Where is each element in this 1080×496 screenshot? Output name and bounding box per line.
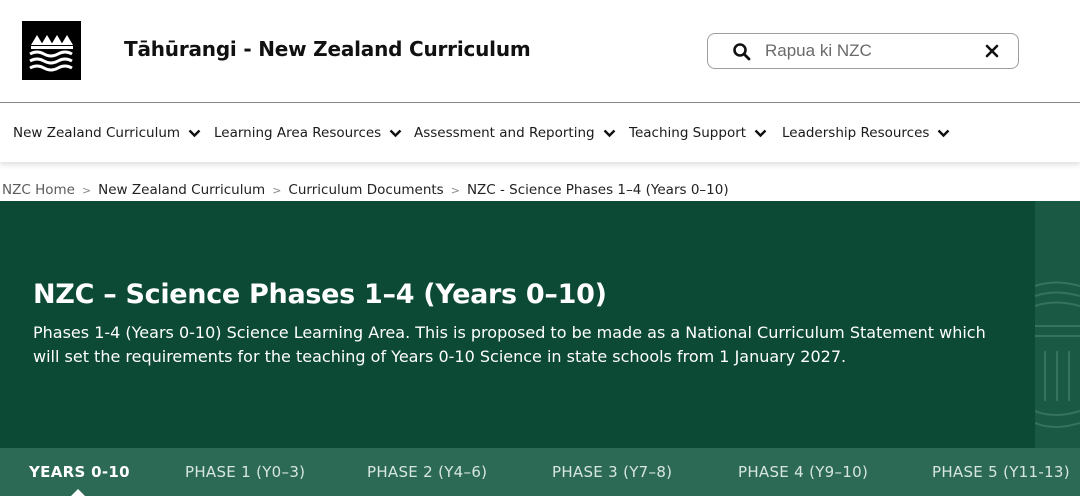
tab-phase-2[interactable]: PHASE 2 (Y4–6) <box>367 463 487 481</box>
tab-phase-5[interactable]: PHASE 5 (Y11-13) <box>932 463 1070 481</box>
close-icon[interactable] <box>984 43 1000 59</box>
breadcrumb-item-new-zealand-curriculum[interactable]: New Zealand Curriculum <box>98 182 265 198</box>
breadcrumb-separator: > <box>81 183 92 197</box>
main-nav: New Zealand Curriculum Learning Area Res… <box>0 104 1080 162</box>
nav-item-learning-area-resources[interactable]: Learning Area Resources <box>214 123 402 143</box>
search-icon[interactable] <box>732 42 752 62</box>
site-logo[interactable] <box>22 21 81 80</box>
page-description: Phases 1-4 (Years 0-10) Science Learning… <box>33 323 986 366</box>
pattern-decoration-icon <box>1035 281 1080 428</box>
phase-tabs: YEARS 0-10 PHASE 1 (Y0–3) PHASE 2 (Y4–6)… <box>0 448 1080 496</box>
search-input[interactable] <box>765 40 975 62</box>
breadcrumb-item-curriculum-documents[interactable]: Curriculum Documents <box>288 182 443 198</box>
site-header: Tāhūrangi - New Zealand Curriculum <box>0 0 1080 103</box>
nav-item-assessment-and-reporting[interactable]: Assessment and Reporting <box>414 123 616 143</box>
nav-item-label: New Zealand Curriculum <box>13 125 181 141</box>
nav-item-leadership-resources[interactable]: Leadership Resources <box>782 123 950 143</box>
hero-banner: NZC – Science Phases 1–4 (Years 0–10) Ph… <box>0 201 1035 448</box>
chevron-down-icon <box>938 129 950 137</box>
nav-item-teaching-support[interactable]: Teaching Support <box>629 123 767 143</box>
chevron-down-icon <box>603 129 615 137</box>
hero-decorative-pattern <box>1035 201 1080 448</box>
page-title: NZC – Science Phases 1–4 (Years 0–10) <box>33 279 607 310</box>
tab-phase-4[interactable]: PHASE 4 (Y9–10) <box>738 463 868 481</box>
mountains-waves-logo-icon <box>22 21 81 80</box>
nav-item-label: Leadership Resources <box>782 125 930 141</box>
chevron-down-icon <box>389 129 402 137</box>
nav-item-new-zealand-curriculum[interactable]: New Zealand Curriculum <box>13 123 201 143</box>
chevron-down-icon <box>754 129 767 137</box>
breadcrumb-item-home[interactable]: NZC Home <box>2 182 75 198</box>
active-tab-indicator <box>71 489 85 496</box>
tab-years-0-10[interactable]: YEARS 0-10 <box>29 463 130 481</box>
nav-item-label: Learning Area Resources <box>214 125 382 141</box>
tab-phase-1[interactable]: PHASE 1 (Y0–3) <box>185 463 305 481</box>
breadcrumb-separator: > <box>450 183 460 197</box>
breadcrumb-item-current-page: NZC - Science Phases 1–4 (Years 0–10) <box>466 182 729 198</box>
site-title[interactable]: Tāhūrangi - New Zealand Curriculum <box>124 37 531 61</box>
search-box[interactable] <box>707 33 1019 69</box>
breadcrumb: NZC Home > New Zealand Curriculum > Curr… <box>2 181 729 199</box>
breadcrumb-separator: > <box>272 183 282 197</box>
nav-item-label: Teaching Support <box>629 125 747 141</box>
tab-phase-3[interactable]: PHASE 3 (Y7–8) <box>552 463 672 481</box>
nav-item-label: Assessment and Reporting <box>414 125 595 141</box>
chevron-down-icon <box>188 129 201 137</box>
